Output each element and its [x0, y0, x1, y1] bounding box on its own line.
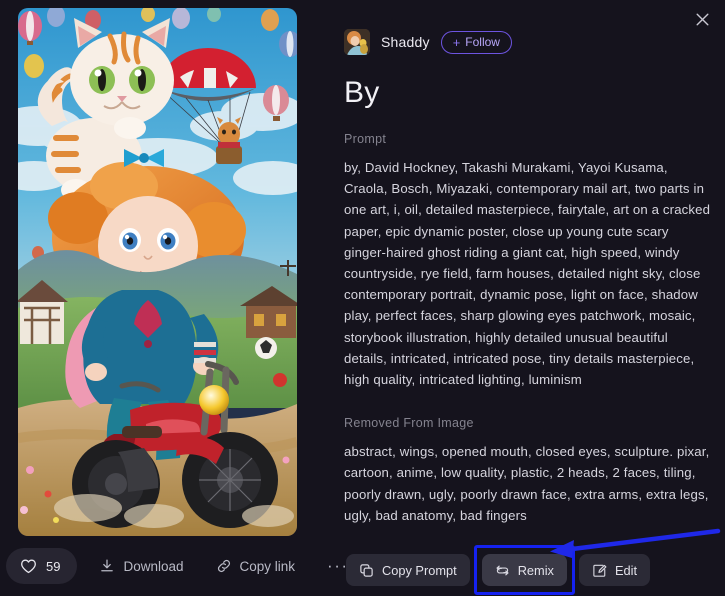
edit-icon	[592, 563, 607, 578]
edit-button[interactable]: Edit	[578, 554, 651, 586]
page-title: By	[344, 76, 380, 109]
removed-text[interactable]: abstract, wings, opened mouth, closed ey…	[344, 441, 712, 526]
avatar[interactable]	[344, 29, 370, 55]
download-button[interactable]: Download	[89, 548, 193, 584]
copy-link-label: Copy link	[239, 558, 296, 574]
link-icon	[216, 558, 232, 574]
remix-button-wrapper: Remix	[473, 545, 575, 595]
removed-from-image-section: Removed From Image abstract, wings, open…	[344, 416, 712, 526]
download-icon	[99, 558, 115, 574]
prompt-label: Prompt	[344, 132, 387, 146]
artwork-image	[18, 8, 297, 536]
plus-icon: +	[452, 34, 461, 50]
like-button[interactable]: 59	[6, 548, 78, 584]
detail-panel: Shaddy + Follow By Prompt by, David Hock…	[344, 28, 712, 538]
prompt-section: Prompt by, David Hockney, Takashi Muraka…	[344, 132, 712, 390]
removed-label: Removed From Image	[344, 416, 474, 431]
copy-icon	[359, 563, 374, 578]
close-icon	[695, 12, 710, 27]
copy-link-button[interactable]: Copy link	[206, 548, 306, 584]
edit-label: Edit	[614, 562, 638, 578]
download-label: Download	[123, 558, 184, 574]
prompt-text[interactable]: by, David Hockney, Takashi Murakami, Yay…	[344, 157, 712, 390]
remix-label: Remix	[517, 562, 554, 578]
like-count: 59	[46, 558, 61, 574]
remix-button[interactable]: Remix	[481, 554, 567, 586]
artwork-image-panel[interactable]	[18, 8, 297, 536]
remix-icon	[495, 563, 510, 578]
copy-prompt-label: Copy Prompt	[382, 562, 457, 578]
image-action-bar: 59 Download Copy link ···	[6, 547, 357, 585]
copy-prompt-button[interactable]: Copy Prompt	[346, 554, 470, 586]
author-name[interactable]: Shaddy	[381, 34, 430, 50]
detail-action-bar: Copy Prompt Remix Edit	[346, 545, 651, 595]
follow-label: Follow	[465, 35, 500, 49]
author-row: Shaddy + Follow	[344, 28, 712, 56]
follow-button[interactable]: + Follow	[440, 30, 512, 54]
heart-icon	[20, 558, 37, 575]
